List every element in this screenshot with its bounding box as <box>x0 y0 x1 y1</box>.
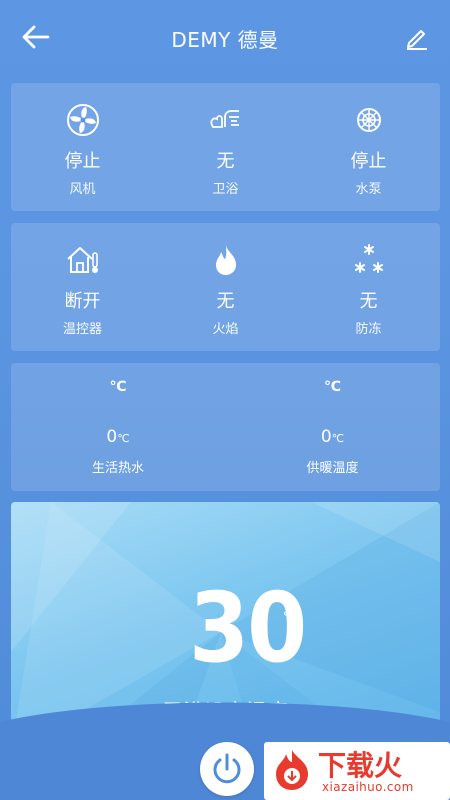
setpoint-unit: ℃ <box>283 610 299 625</box>
antifreeze-label: 防冻 <box>355 322 382 337</box>
snowflake-icon <box>354 244 383 273</box>
hot-water-unit: ℃ <box>109 379 127 395</box>
flame-icon <box>215 245 236 275</box>
status-bath: 无 卫浴 <box>154 83 297 211</box>
power-button[interactable] <box>200 742 254 796</box>
thermostat-label: 温控器 <box>62 322 102 337</box>
status-fan: 停止 风机 <box>11 83 154 211</box>
status-flame: 无 火焰 <box>154 223 297 351</box>
bath-icon <box>209 110 239 128</box>
fan-label: 风机 <box>69 182 96 197</box>
bath-label: 卫浴 <box>212 182 239 197</box>
house-thermostat-icon <box>66 247 98 273</box>
pump-icon <box>356 108 381 132</box>
status-pump: 停止 水泵 <box>297 83 440 211</box>
pump-status: 停止 <box>350 151 387 172</box>
heating-temp: ℃ 0℃ 供暖温度 <box>225 363 440 491</box>
app-header: DEMY 德曼 <box>0 0 450 74</box>
watermark-url: xiazaihuo.com <box>322 780 414 794</box>
setpoint-value: 30 <box>189 572 307 684</box>
temperature-card: ℃ 0℃ 生活热水 ℃ 0℃ 供暖温度 <box>11 363 440 491</box>
heating-value: 0℃ <box>320 427 345 447</box>
watermark-text: 下载火 <box>318 749 403 782</box>
flame-status: 无 <box>216 291 235 312</box>
fan-icon <box>66 104 99 136</box>
pump-label: 水泵 <box>355 182 382 197</box>
power-icon <box>213 753 241 784</box>
hot-water-temp: ℃ 0℃ 生活热水 <box>11 363 225 491</box>
antifreeze-status: 无 <box>359 291 378 312</box>
thermostat-status: 断开 <box>64 291 101 312</box>
status-card-1: 停止 风机 无 卫浴 停止 水泵 <box>11 83 440 211</box>
status-antifreeze: 无 防冻 <box>297 223 440 351</box>
fan-status: 停止 <box>64 151 101 172</box>
page-title: DEMY 德曼 <box>171 28 279 52</box>
status-thermostat: 断开 温控器 <box>11 223 154 351</box>
watermark-logo-icon <box>276 750 308 790</box>
edit-button[interactable] <box>404 24 430 50</box>
status-card-2: 断开 温控器 无 火焰 无 防冻 <box>11 223 440 351</box>
heating-label: 供暖温度 <box>306 461 359 476</box>
bath-status: 无 <box>216 151 235 172</box>
heating-unit: ℃ <box>324 379 341 395</box>
hot-water-value: 0℃ <box>106 427 130 447</box>
flame-label: 火焰 <box>212 322 239 337</box>
hot-water-label: 生活热水 <box>91 461 144 476</box>
watermark: 下载火 xiazaihuo.com <box>264 742 450 800</box>
